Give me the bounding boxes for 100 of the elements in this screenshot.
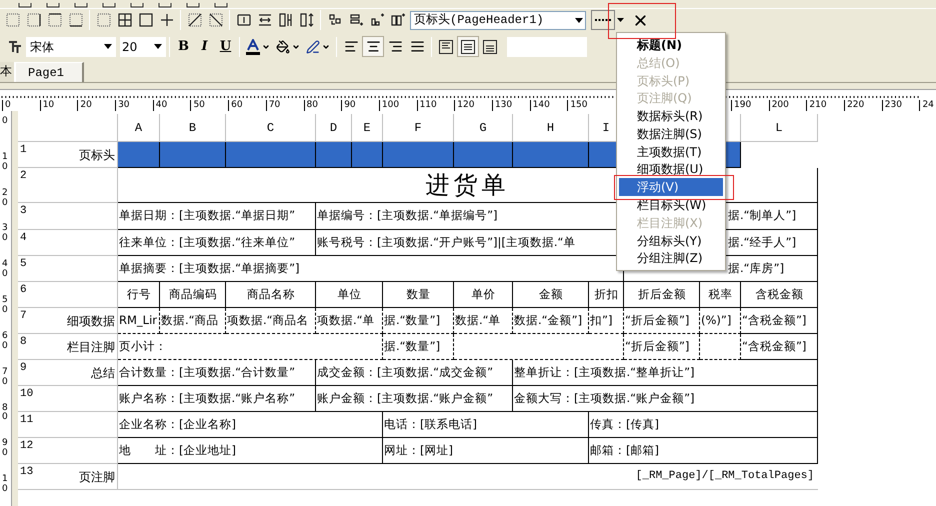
report-cell: 金额大写：[主项数据.“账户金额”] [513, 386, 818, 412]
report-cell: 折扣 [589, 282, 624, 308]
report-cell: 税率 [700, 282, 741, 308]
border-icon-icon [46, 12, 62, 28]
row-number: 10 [20, 387, 34, 402]
bold-button[interactable]: B [173, 36, 194, 56]
valign-middle-button[interactable] [457, 36, 479, 57]
diagonal-icon-icon [208, 12, 224, 28]
ruler-label: 10 [2, 475, 8, 496]
column-header[interactable]: L [741, 114, 818, 142]
ruler-label: 20 [2, 188, 8, 210]
report-cell: 单位 [316, 282, 383, 308]
report-cell: (%)”] [700, 308, 741, 334]
report-cell: 成交金额：[主项数据.“成交金额” [316, 360, 513, 386]
valign-top-icon [438, 38, 454, 54]
ruler-label: 60 [2, 332, 8, 353]
italic-button[interactable]: I [194, 36, 215, 56]
report-cell: 数量 [383, 282, 454, 308]
column-width-icon-icon [278, 12, 294, 28]
border-icon-icon [96, 12, 112, 28]
caret-icon [292, 42, 300, 50]
font-icon [8, 40, 22, 54]
report-cell: 账户金额：[主项数据.“账户金额” [316, 386, 513, 412]
band-type-button[interactable] [591, 10, 615, 30]
font-field[interactable]: 宋体 [26, 36, 116, 56]
menu-item[interactable]: 主项数据(T) [619, 142, 723, 161]
toolbar-icon[interactable] [158, 3, 172, 8]
report-cell: 数据.“单 [454, 308, 513, 334]
report-cell: 据.“数量”] [383, 308, 454, 334]
font-color-icon [246, 38, 260, 54]
font-size-field[interactable]: 20 [120, 36, 166, 56]
ruler-label: 80 [2, 404, 8, 424]
row-number: 1 [20, 143, 27, 158]
report-cell: 账户名称：[主项数据.“账户名称” [118, 386, 316, 412]
page-tab[interactable]: 本 [0, 62, 15, 82]
toolbar-icon[interactable] [130, 3, 144, 8]
report-cell: 折后金额 [624, 282, 700, 308]
ruler-label: 50 [2, 296, 8, 317]
dropdown-arrow-icon [154, 44, 162, 49]
valign-bottom-icon [482, 38, 498, 54]
insert-row-icon-icon [348, 12, 364, 28]
row-number: 4 [20, 231, 27, 246]
report-cell: 数据.“商品 [160, 308, 226, 334]
border-icon-icon [138, 12, 154, 28]
report-cell: “含税金额”] [741, 334, 818, 360]
row-number: 9 [20, 361, 27, 376]
report-cell: RM_Lir [118, 308, 160, 334]
ruler-label: 0 [2, 117, 8, 128]
report-cell: 邮箱：[邮箱] [589, 438, 818, 464]
border-icon-icon [68, 12, 84, 28]
report-cell: 据.“数量”] [383, 334, 454, 360]
ruler-label: 40 [2, 260, 8, 282]
band-label: 页注脚 [79, 468, 115, 486]
page-tab[interactable]: Page1 [15, 62, 84, 82]
report-cell: 地 址：[企业地址] [118, 438, 383, 464]
ruler-label: 10 [2, 152, 8, 174]
ruler-label: 70 [2, 368, 8, 389]
align-center-icon [366, 39, 380, 54]
toolbar-icon[interactable] [18, 3, 32, 8]
insert-column-icon-icon [390, 12, 406, 28]
dropdown-arrow-icon [104, 44, 112, 49]
report-cell: 扣”] [589, 308, 624, 334]
row-number: 6 [20, 283, 27, 298]
paint-bucket-icon [276, 40, 290, 54]
band-select[interactable]: 页标头(PageHeader1) [410, 10, 586, 30]
align-justify-icon [410, 39, 424, 54]
report-cell: 行号 [118, 282, 160, 308]
report-cell: “折后金额”] [624, 308, 700, 334]
row-number: 13 [20, 465, 34, 480]
caret-icon[interactable] [617, 18, 624, 22]
pen-icon [306, 40, 320, 54]
toolbar-icon[interactable] [102, 3, 116, 8]
report-cell: 单价 [454, 282, 513, 308]
toolbar-icon[interactable] [46, 3, 60, 8]
align-center-button[interactable] [362, 36, 384, 57]
valign-middle-icon [460, 38, 476, 54]
report-cell: 企业名称：[企业名称] [118, 412, 383, 438]
dropdown-arrow-icon [575, 18, 583, 22]
menu-item[interactable]: 标题(N) [619, 36, 723, 54]
report-cell: 项数据.“商品名 [226, 308, 316, 334]
underline-button[interactable]: U [215, 36, 236, 56]
report-cell: 页小计： [118, 334, 383, 360]
report-cell: “含税金额”] [741, 308, 818, 334]
cross-icon-icon [158, 12, 174, 28]
menu-item[interactable]: 浮动(V) [619, 178, 723, 196]
row-number: 8 [20, 335, 27, 350]
report-cell: “折后金额”] [624, 334, 700, 360]
column-width-icon-icon [298, 12, 314, 28]
text-field[interactable] [507, 36, 587, 56]
dotted-line-icon [595, 18, 611, 22]
toolbar-icon[interactable] [214, 3, 228, 8]
row-number: 3 [20, 204, 27, 219]
toolbar-icon[interactable] [186, 3, 200, 8]
border-icon-icon [4, 12, 20, 28]
band-label: 总结 [91, 364, 115, 382]
toolbar-icon[interactable] [74, 3, 88, 8]
insert-column-icon-icon [368, 12, 384, 28]
row-number: 11 [20, 413, 34, 428]
report-cell: 电话：[联系电话] [383, 412, 589, 438]
report-cell: 项数据.“单 [316, 308, 383, 334]
